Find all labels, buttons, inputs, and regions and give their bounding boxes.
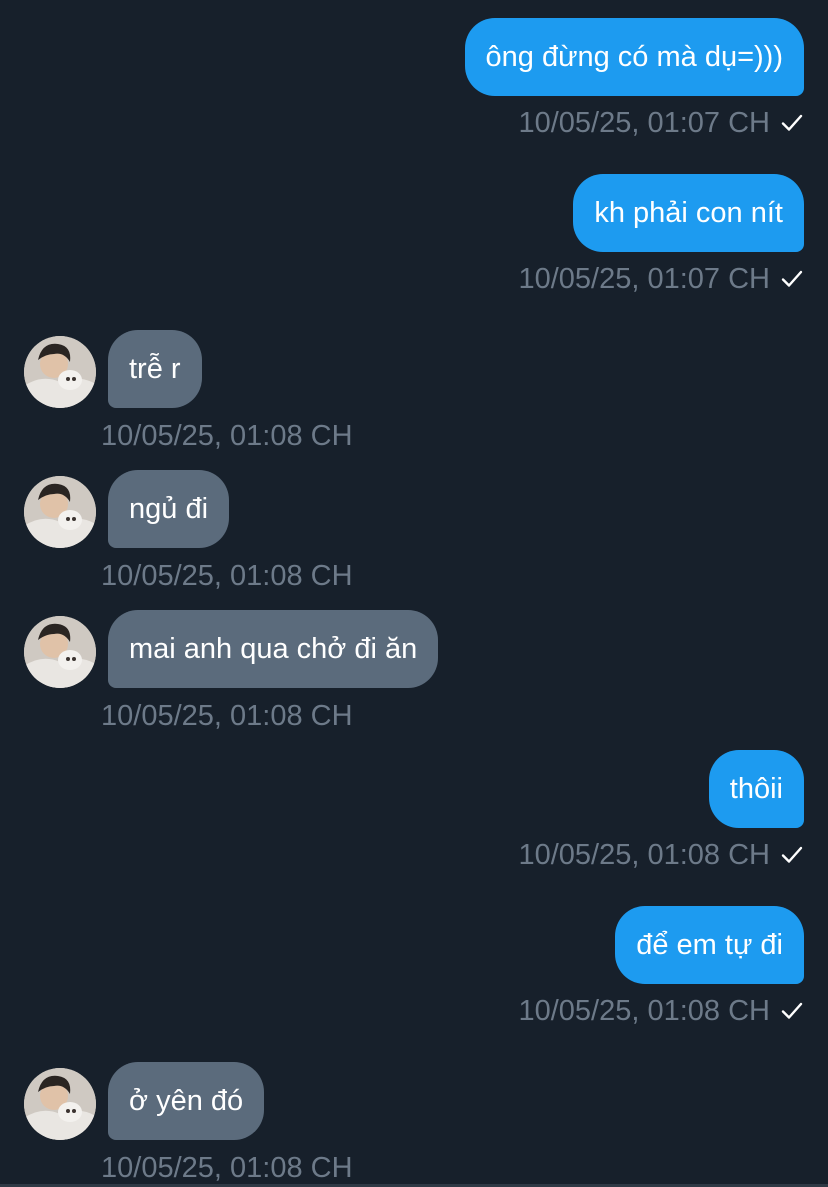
outgoing-message-bubble[interactable]: ông đừng có mà dụ=))): [464, 18, 804, 96]
message-row: trễ r 10/05/25, 01:08 CH: [0, 330, 828, 452]
message-text: ở yên đó: [129, 1085, 244, 1117]
message-timestamp: 10/05/25, 01:08 CH: [518, 839, 770, 871]
message-row: thôii 10/05/25, 01:08 CH: [0, 750, 828, 872]
incoming-message-bubble[interactable]: mai anh qua chở đi ăn: [108, 610, 439, 688]
message-timestamp: 10/05/25, 01:07 CH: [518, 107, 770, 139]
outgoing-message-bubble[interactable]: kh phải con nít: [573, 174, 804, 252]
sent-check-icon: [780, 106, 804, 140]
sent-check-icon: [780, 262, 804, 296]
contact-avatar[interactable]: [24, 616, 96, 688]
contact-avatar[interactable]: [24, 336, 96, 408]
message-row: ông đừng có mà dụ=))) 10/05/25, 01:07 CH: [0, 18, 828, 140]
message-row: ở yên đó 10/05/25, 01:08 CH: [0, 1062, 828, 1184]
message-meta: 10/05/25, 01:08 CH: [518, 994, 804, 1028]
message-timestamp: 10/05/25, 01:08 CH: [101, 560, 353, 592]
outgoing-message-bubble[interactable]: thôii: [708, 750, 804, 828]
message-text: ông đừng có mà dụ=))): [485, 41, 784, 73]
message-text: trễ r: [129, 353, 181, 385]
sent-check-icon: [780, 994, 804, 1028]
incoming-message-bubble[interactable]: trễ r: [108, 330, 202, 408]
message-text: thôii: [729, 773, 783, 805]
incoming-message-bubble[interactable]: ở yên đó: [108, 1062, 265, 1140]
message-row: mai anh qua chở đi ăn 10/05/25, 01:08 CH: [0, 610, 828, 732]
outgoing-message-bubble[interactable]: để em tự đi: [615, 906, 804, 984]
contact-avatar[interactable]: [24, 476, 96, 548]
message-timestamp: 10/05/25, 01:08 CH: [101, 1152, 353, 1184]
message-row: kh phải con nít 10/05/25, 01:07 CH: [0, 174, 828, 296]
message-timestamp: 10/05/25, 01:07 CH: [518, 263, 770, 295]
message-text: để em tự đi: [636, 929, 783, 961]
message-meta: 10/05/25, 01:07 CH: [518, 262, 804, 296]
message-row: để em tự đi 10/05/25, 01:08 CH: [0, 906, 828, 1028]
message-meta: 10/05/25, 01:08 CH: [518, 838, 804, 872]
message-timestamp: 10/05/25, 01:08 CH: [101, 420, 353, 452]
contact-avatar[interactable]: [24, 1068, 96, 1140]
message-meta: 10/05/25, 01:07 CH: [518, 106, 804, 140]
message-text: ngủ đi: [129, 493, 209, 525]
message-timestamp: 10/05/25, 01:08 CH: [518, 995, 770, 1027]
message-row: ngủ đi 10/05/25, 01:08 CH: [0, 470, 828, 592]
sent-check-icon: [780, 838, 804, 872]
incoming-message-bubble[interactable]: ngủ đi: [108, 470, 230, 548]
message-timestamp: 10/05/25, 01:08 CH: [101, 700, 353, 732]
message-text: mai anh qua chở đi ăn: [129, 633, 418, 665]
message-thread[interactable]: ông đừng có mà dụ=))) 10/05/25, 01:07 CH…: [0, 0, 828, 1187]
message-text: kh phải con nít: [594, 197, 783, 229]
